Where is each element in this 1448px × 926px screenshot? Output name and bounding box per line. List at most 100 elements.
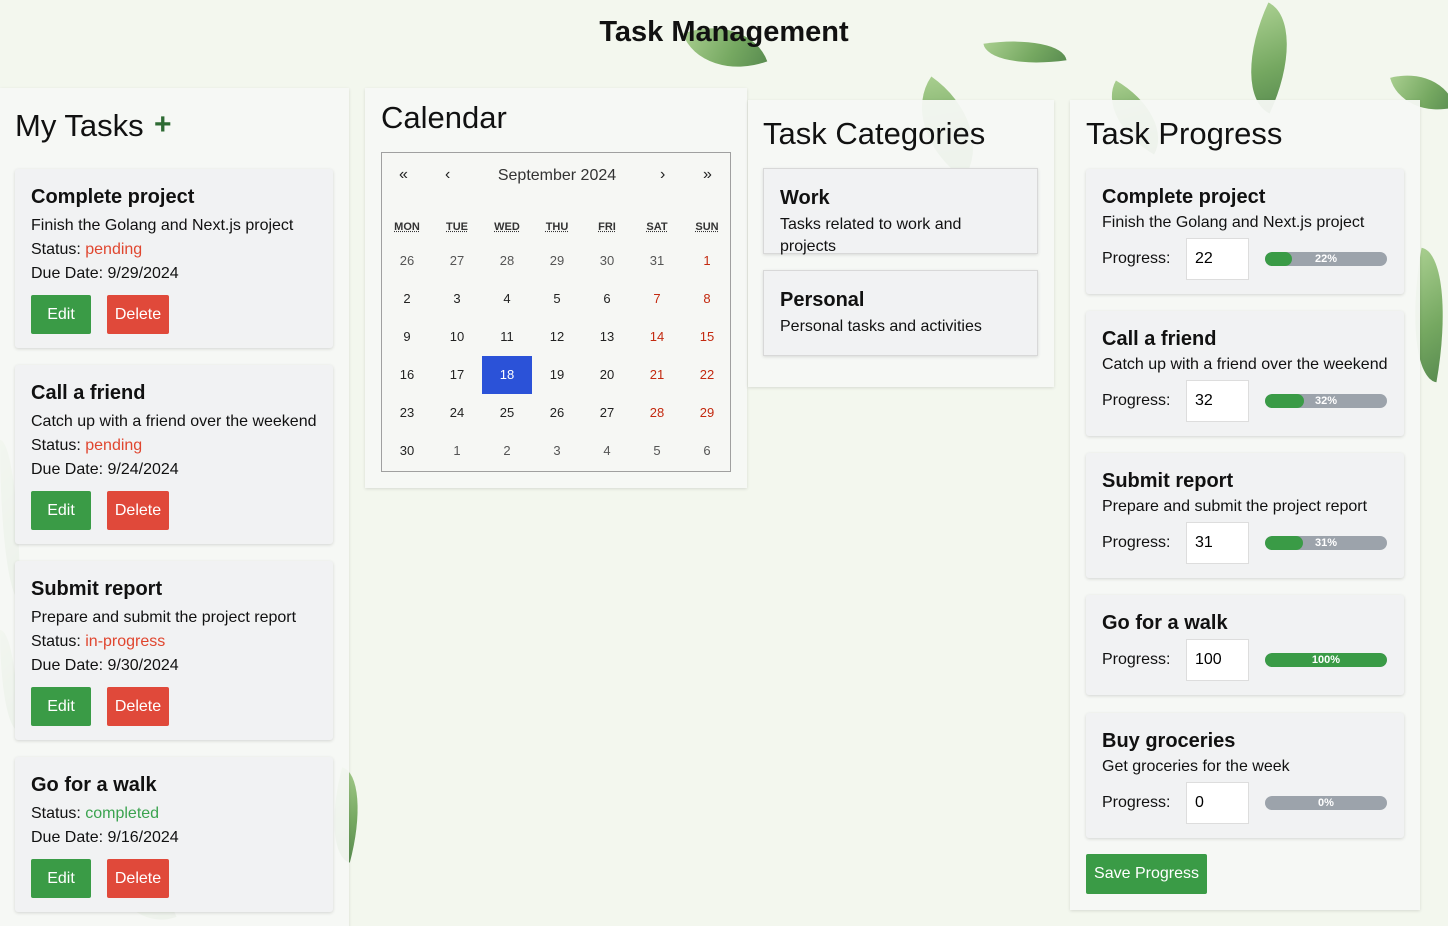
- calendar-day[interactable]: 7: [632, 280, 682, 318]
- task-title: Go for a walk: [31, 774, 157, 796]
- calendar-day[interactable]: 26: [532, 394, 582, 432]
- calendar-day[interactable]: 28: [482, 242, 532, 280]
- category-description: Tasks related to work and projects: [780, 216, 962, 255]
- progress-task-description: Finish the Golang and Next.js project: [1102, 214, 1365, 231]
- status-value: pending: [85, 241, 143, 258]
- calendar-day[interactable]: 14: [632, 318, 682, 356]
- due-value: 9/24/2024: [107, 461, 179, 478]
- calendar-day[interactable]: 4: [582, 432, 632, 470]
- delete-button[interactable]: Delete: [107, 491, 169, 530]
- calendar-heading: Calendar: [381, 100, 507, 135]
- calendar-day[interactable]: 27: [582, 394, 632, 432]
- due-label: Due Date:: [31, 657, 108, 674]
- progress-input[interactable]: [1186, 238, 1249, 280]
- task-actions: Edit Delete: [31, 859, 317, 898]
- calendar-day[interactable]: 23: [382, 394, 432, 432]
- status-label: Status:: [31, 805, 86, 822]
- calendar-day[interactable]: 4: [482, 280, 532, 318]
- calendar-day[interactable]: 24: [432, 394, 482, 432]
- task-actions: Edit Delete: [31, 295, 317, 334]
- task-title: Submit report: [31, 578, 163, 600]
- calendar-day[interactable]: 31: [632, 242, 682, 280]
- task-actions: Edit Delete: [31, 687, 317, 726]
- calendar-day[interactable]: 25: [482, 394, 532, 432]
- category-card-personal[interactable]: Personal Personal tasks and activities: [763, 270, 1038, 356]
- calendar-day[interactable]: 11: [482, 318, 532, 356]
- calendar-day[interactable]: 26: [382, 242, 432, 280]
- category-card-work[interactable]: Work Tasks related to work and projects: [763, 168, 1038, 255]
- categories-heading: Task Categories: [763, 116, 986, 151]
- calendar-day[interactable]: 2: [482, 432, 532, 470]
- calendar-day[interactable]: 8: [682, 280, 732, 318]
- calendar-day[interactable]: 13: [582, 318, 632, 356]
- save-progress-button[interactable]: Save Progress: [1086, 854, 1207, 894]
- weekday-label: SUN: [695, 221, 719, 233]
- calendar-day[interactable]: 29: [532, 242, 582, 280]
- calendar-day[interactable]: 15: [682, 318, 732, 356]
- calendar-day[interactable]: 10: [432, 318, 482, 356]
- weekday-label: MON: [394, 221, 420, 233]
- calendar-day[interactable]: 16: [382, 356, 432, 394]
- next-year-button[interactable]: »: [703, 166, 712, 184]
- calendar-day[interactable]: 5: [632, 432, 682, 470]
- calendar-day[interactable]: 21: [632, 356, 682, 394]
- edit-button[interactable]: Edit: [31, 491, 91, 530]
- calendar-day[interactable]: 28: [632, 394, 682, 432]
- delete-button[interactable]: Delete: [107, 859, 169, 898]
- calendar-day[interactable]: 2: [382, 280, 432, 318]
- edit-button[interactable]: Edit: [31, 295, 91, 334]
- progress-input[interactable]: [1186, 380, 1249, 422]
- calendar-day[interactable]: 3: [532, 432, 582, 470]
- calendar-day[interactable]: 9: [382, 318, 432, 356]
- task-actions: Edit Delete: [31, 491, 317, 530]
- calendar-day[interactable]: 20: [582, 356, 632, 394]
- progress-label: Progress:: [1102, 250, 1171, 267]
- progress-bar: 31%: [1265, 536, 1387, 550]
- calendar-month-label[interactable]: September 2024: [382, 167, 732, 185]
- calendar-day[interactable]: 27: [432, 242, 482, 280]
- calendar-day[interactable]: 3: [432, 280, 482, 318]
- calendar-day[interactable]: 30: [382, 432, 432, 470]
- calendar-day[interactable]: 1: [682, 242, 732, 280]
- progress-bar-text: 31%: [1314, 537, 1338, 549]
- due-value: 9/30/2024: [107, 657, 179, 674]
- calendar-day[interactable]: 5: [532, 280, 582, 318]
- task-status: Status: in-progress: [31, 630, 317, 654]
- calendar-day[interactable]: 22: [682, 356, 732, 394]
- due-label: Due Date:: [31, 461, 108, 478]
- calendar-day-selected[interactable]: 18: [482, 356, 532, 394]
- delete-button[interactable]: Delete: [107, 295, 169, 334]
- weekday-header: MON TUE WED THU FRI SAT SUN: [382, 221, 732, 233]
- delete-button[interactable]: Delete: [107, 687, 169, 726]
- progress-bar: 22%: [1265, 252, 1387, 266]
- weekday-label: FRI: [598, 221, 616, 233]
- weekday-label: THU: [545, 221, 569, 233]
- status-value: pending: [85, 437, 143, 454]
- calendar-day[interactable]: 19: [532, 356, 582, 394]
- progress-input[interactable]: [1186, 639, 1249, 681]
- calendar-day[interactable]: 6: [682, 432, 732, 470]
- calendar-day[interactable]: 29: [682, 394, 732, 432]
- calendar-day[interactable]: 12: [532, 318, 582, 356]
- calendar-day[interactable]: 30: [582, 242, 632, 280]
- task-card: Submit report Prepare and submit the pro…: [15, 561, 333, 740]
- progress-task-description: Prepare and submit the project report: [1102, 498, 1368, 515]
- task-due-date: Due Date: 9/29/2024: [31, 262, 317, 286]
- progress-task-title: Complete project: [1102, 186, 1266, 208]
- progress-card: Complete project Finish the Golang and N…: [1086, 169, 1404, 294]
- task-card: Go for a walk Status: completed Due Date…: [15, 757, 333, 912]
- calendar-day[interactable]: 17: [432, 356, 482, 394]
- due-label: Due Date:: [31, 829, 108, 846]
- next-month-button[interactable]: ›: [660, 166, 665, 184]
- calendar-day[interactable]: 6: [582, 280, 632, 318]
- progress-input[interactable]: [1186, 782, 1249, 824]
- progress-bar: 0%: [1265, 796, 1387, 810]
- edit-button[interactable]: Edit: [31, 687, 91, 726]
- progress-input[interactable]: [1186, 522, 1249, 564]
- status-label: Status:: [31, 241, 86, 258]
- progress-card: Submit report Prepare and submit the pro…: [1086, 453, 1404, 578]
- add-task-button[interactable]: +: [154, 110, 172, 140]
- task-card: Call a friend Catch up with a friend ove…: [15, 365, 333, 544]
- edit-button[interactable]: Edit: [31, 859, 91, 898]
- calendar-day[interactable]: 1: [432, 432, 482, 470]
